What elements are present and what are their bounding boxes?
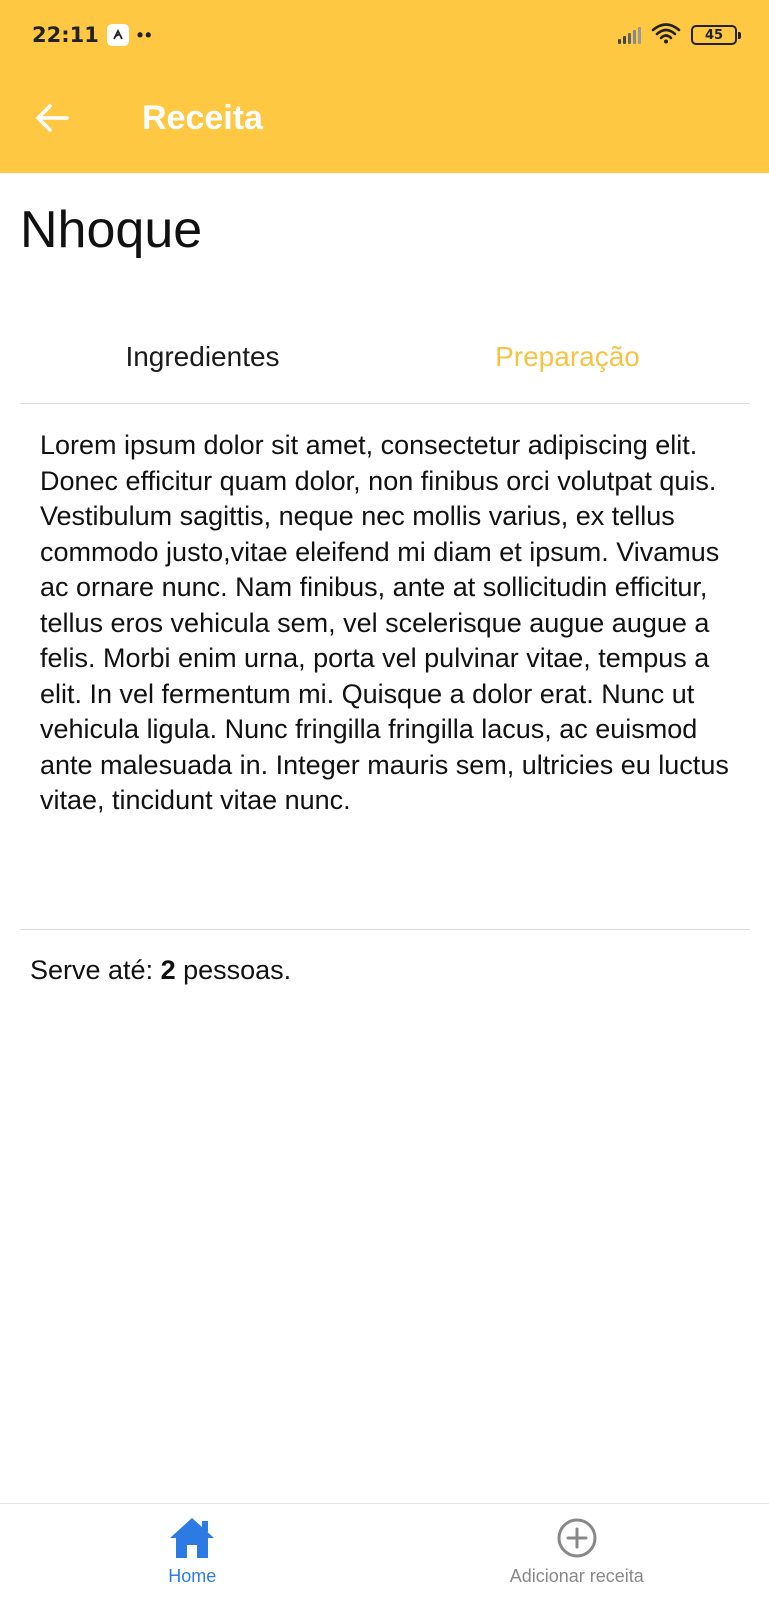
app-notification-icon	[106, 24, 129, 46]
wifi-icon	[651, 22, 681, 49]
back-button[interactable]	[30, 96, 74, 140]
app-header: 22:11 •• 45 Receita	[0, 0, 769, 173]
serves-info: Serve até: 2 pessoas.	[30, 955, 291, 986]
recipe-title: Nhoque	[20, 201, 203, 259]
nav-home[interactable]: Home	[0, 1504, 385, 1600]
tab-ingredientes[interactable]: Ingredientes	[20, 318, 385, 403]
nav-add-recipe[interactable]: Adicionar receita	[385, 1504, 769, 1600]
add-circle-icon	[557, 1518, 597, 1558]
status-time: 22:11	[32, 23, 99, 47]
page-title: Receita	[142, 99, 263, 137]
more-notifications-icon: ••	[136, 24, 154, 45]
nav-home-label: Home	[168, 1566, 217, 1586]
serves-prefix: Serve até:	[30, 955, 161, 985]
home-icon	[170, 1518, 215, 1558]
serves-suffix: pessoas.	[175, 955, 292, 985]
divider	[20, 929, 750, 930]
app-bar: Receita	[0, 78, 769, 164]
status-icons: 45	[618, 22, 741, 49]
arrow-left-icon	[36, 104, 69, 132]
battery-level: 45	[704, 27, 724, 43]
status-bar: 22:11 •• 45	[0, 0, 769, 70]
bottom-navigation: Home Adicionar receita	[0, 1503, 769, 1600]
tab-preparacao[interactable]: Preparação	[385, 318, 750, 403]
battery-icon: 45	[691, 25, 741, 45]
serves-count: 2	[160, 955, 176, 985]
nav-add-recipe-label: Adicionar receita	[509, 1566, 644, 1586]
preparation-text: Lorem ipsum dolor sit amet, consectetur …	[40, 430, 729, 815]
recipe-tabs: Ingredientes Preparação	[20, 318, 750, 404]
signal-icon	[618, 26, 641, 44]
